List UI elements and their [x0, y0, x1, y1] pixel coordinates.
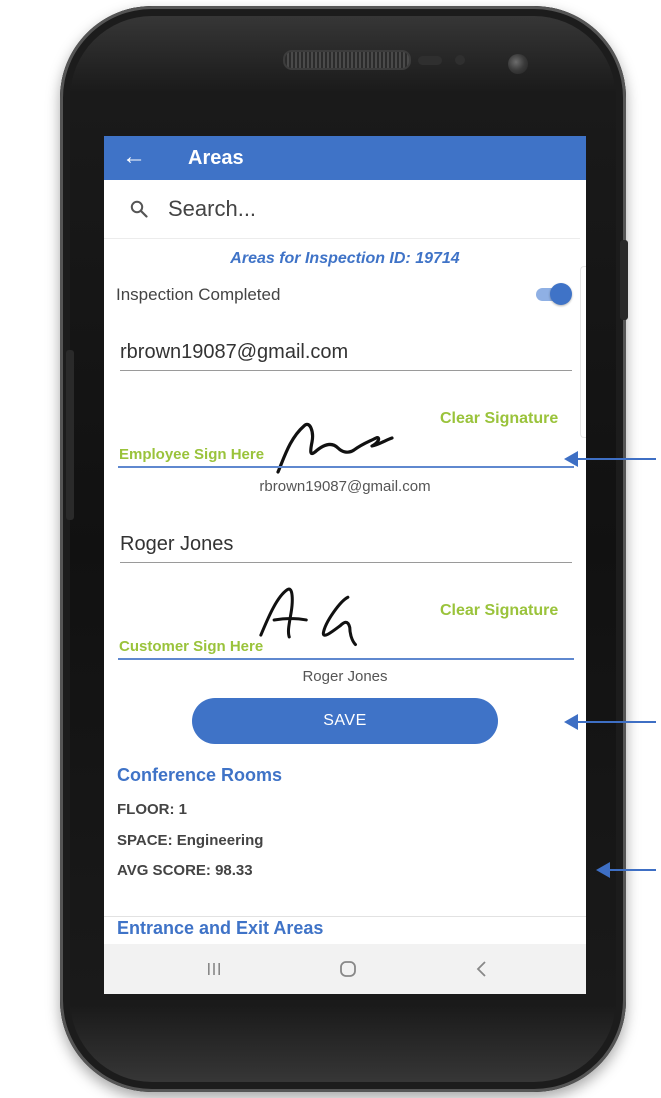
annotation-arrow-save	[564, 714, 656, 730]
customer-signature-stroke	[259, 587, 308, 639]
home-icon[interactable]	[328, 954, 368, 984]
search-bar	[104, 180, 580, 239]
back-arrow-icon[interactable]: ←	[122, 142, 146, 172]
annotation-arrow-signature	[564, 451, 656, 467]
search-input[interactable]	[168, 192, 548, 226]
toggle-thumb	[550, 283, 572, 305]
inspection-completed-label: Inspection Completed	[116, 285, 281, 304]
employee-signature-stroke	[276, 422, 394, 474]
page-title: Areas	[188, 147, 244, 169]
list-item[interactable]: Conference Rooms FLOOR: 1 SPACE: Enginee…	[104, 760, 586, 917]
area-avg-score: AVG SCORE: 98.33	[117, 862, 253, 879]
light-sensor	[455, 55, 465, 65]
customer-sign-here-label: Customer Sign Here	[119, 638, 264, 655]
employee-signature-caption: rbrown19087@gmail.com	[259, 478, 431, 495]
system-nav-bar	[104, 944, 586, 994]
inspection-completed-toggle[interactable]	[532, 282, 574, 306]
list-item[interactable]: Entrance and Exit Areas	[117, 918, 323, 939]
employee-signature-line	[118, 466, 574, 468]
proximity-sensor	[418, 56, 442, 65]
customer-signature-stroke-2	[321, 595, 357, 647]
customer-signature-line	[118, 658, 574, 660]
scroll-indicator	[580, 266, 586, 438]
front-camera	[508, 54, 528, 74]
recents-icon[interactable]	[194, 954, 234, 984]
annotation-arrow-score	[596, 862, 656, 878]
earpiece-speaker	[283, 50, 411, 70]
power-button	[620, 240, 628, 320]
nav-back-icon[interactable]	[462, 954, 502, 984]
area-space: SPACE: Engineering	[117, 832, 264, 849]
volume-button	[66, 350, 74, 520]
save-button[interactable]: SAVE	[192, 698, 498, 744]
app-screen: ← Areas Areas for Inspection ID: 19714 I…	[104, 136, 586, 994]
area-floor: FLOOR: 1	[117, 801, 187, 818]
inspection-heading: Areas for Inspection ID: 19714	[230, 250, 460, 267]
area-title: Conference Rooms	[117, 765, 283, 785]
search-icon	[130, 200, 148, 218]
app-bar: ← Areas	[104, 136, 586, 180]
customer-signature-caption: Roger Jones	[302, 668, 388, 685]
employee-sign-here-label: Employee Sign Here	[119, 446, 265, 463]
customer-name-field[interactable]	[120, 526, 572, 563]
employee-email-field[interactable]	[120, 334, 572, 371]
